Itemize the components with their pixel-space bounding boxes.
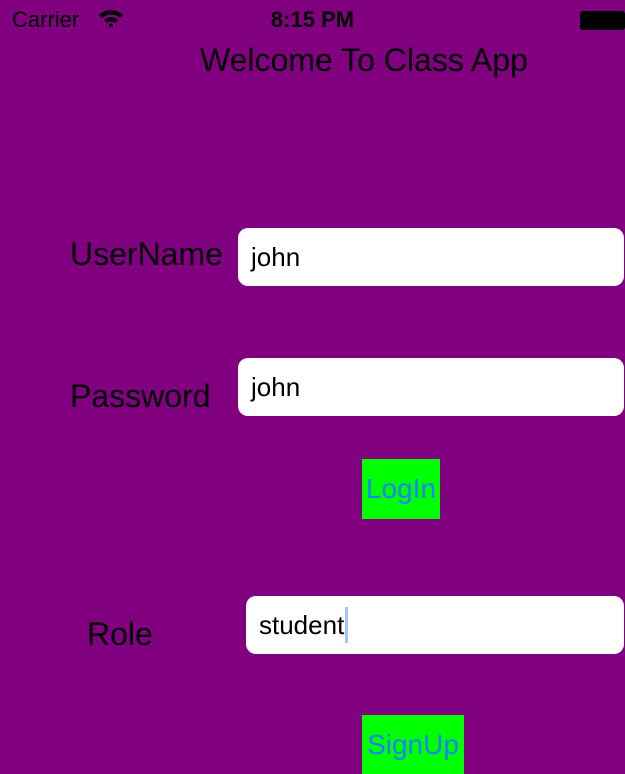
page-title: Welcome To Class App <box>200 42 528 78</box>
status-bar: Carrier 8:15 PM <box>0 0 625 40</box>
role-value: student <box>259 609 345 640</box>
password-field[interactable]: john <box>238 358 624 416</box>
username-label: UserName <box>70 236 223 272</box>
login-button[interactable]: LogIn <box>362 459 440 519</box>
role-label: Role <box>87 616 153 652</box>
role-field[interactable]: student <box>246 596 624 654</box>
password-label: Password <box>70 378 211 414</box>
signup-button[interactable]: SignUp <box>362 715 464 774</box>
username-value: john <box>251 241 301 272</box>
status-time: 8:15 PM <box>270 7 355 32</box>
battery-icon <box>580 11 625 30</box>
password-value: john <box>251 371 301 402</box>
text-caret <box>345 607 349 643</box>
username-field[interactable]: john <box>238 228 624 286</box>
